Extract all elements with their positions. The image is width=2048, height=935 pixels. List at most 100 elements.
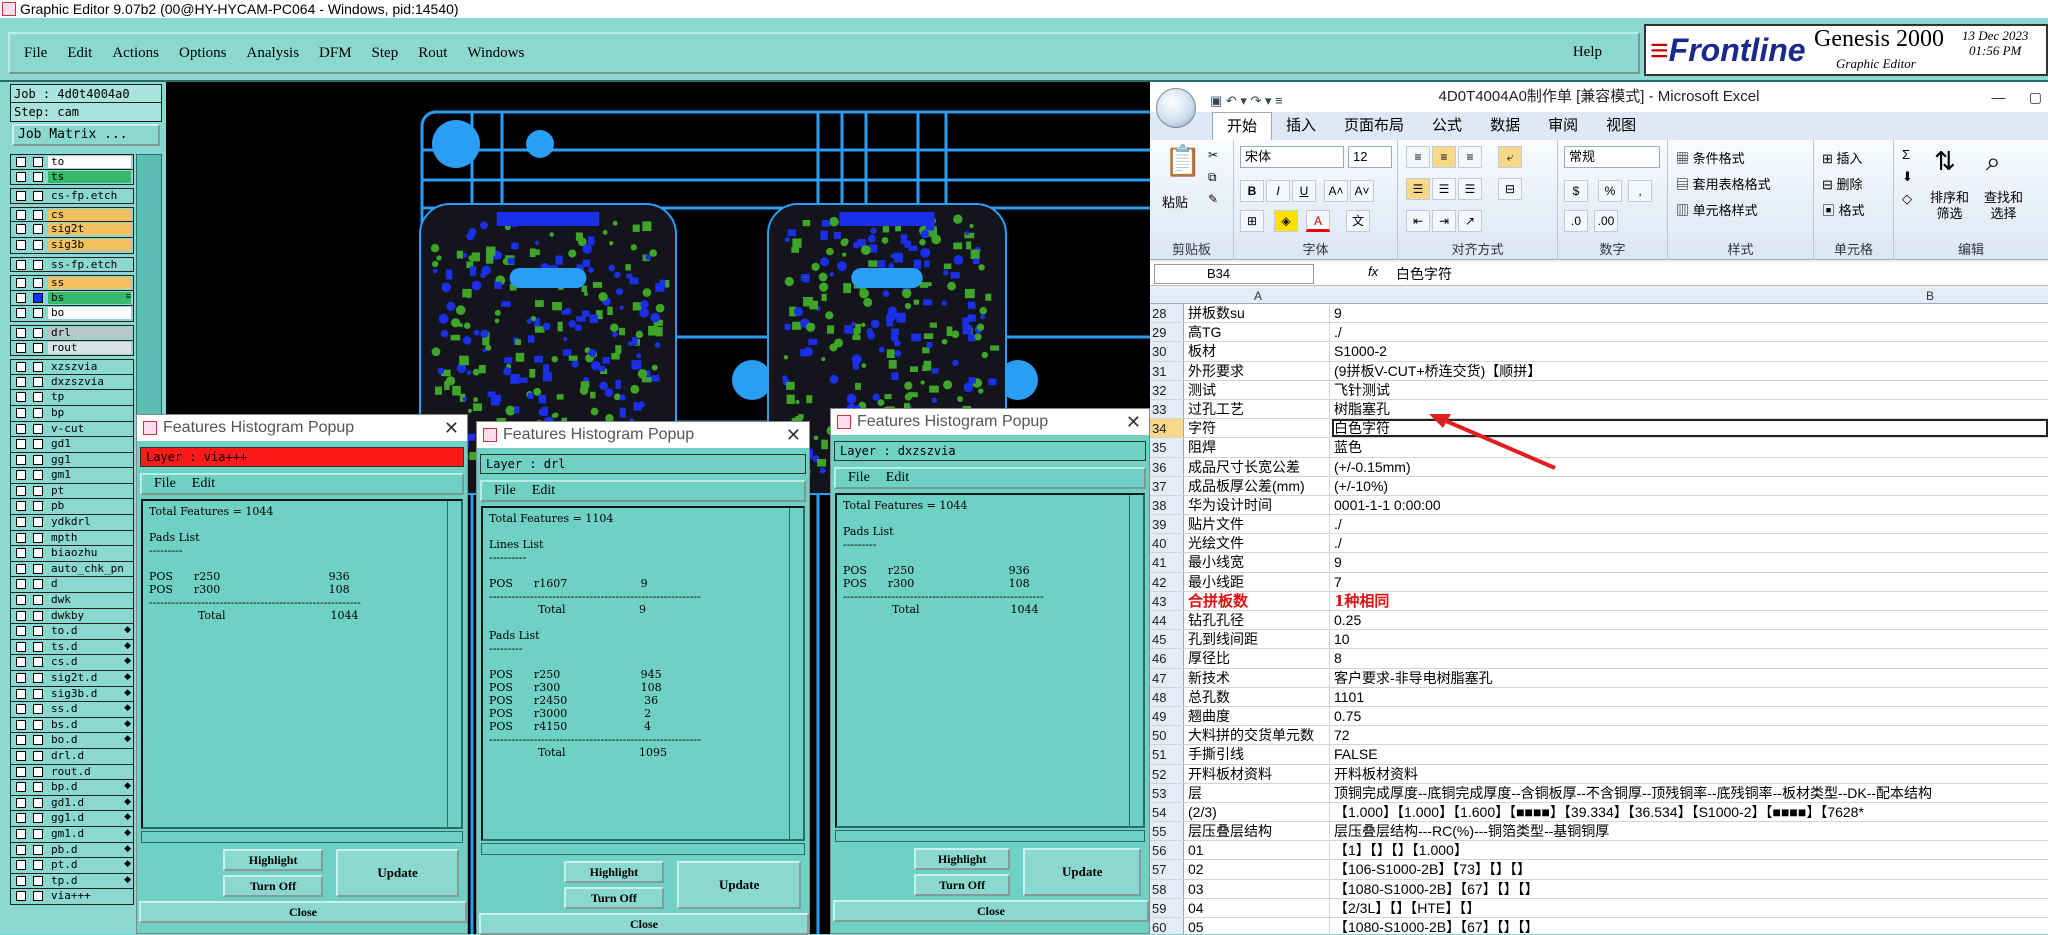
align-center-icon[interactable]: ☰ <box>1432 178 1456 200</box>
menu-options[interactable]: Options <box>179 45 227 62</box>
cell-a[interactable]: 翘曲度 <box>1186 706 1330 726</box>
layer-name[interactable]: biaozhu <box>48 547 131 560</box>
row-number[interactable]: 45 <box>1150 630 1184 649</box>
sheet-row[interactable]: 60 05 【1080-S1000-2B】【67】【】【】 <box>1150 918 2048 934</box>
layer-affected-box[interactable] <box>33 407 43 418</box>
cell-b[interactable]: (+/-10%) <box>1332 477 2048 495</box>
font-name-select[interactable]: 宋体 <box>1240 146 1344 168</box>
sheet-row[interactable]: 28 拼板数su 9 <box>1150 304 2048 324</box>
cell-a[interactable]: 华为设计时间 <box>1186 495 1330 515</box>
align-top-icon[interactable]: ≡ <box>1406 146 1430 168</box>
cell-b[interactable]: 0.25 <box>1332 611 2048 629</box>
layer-name[interactable]: ss <box>48 277 131 290</box>
layer-affected-box[interactable] <box>33 579 43 590</box>
layer-row[interactable]: sig2t <box>10 222 134 238</box>
cell-a[interactable]: 大料拼的交货单元数 <box>1186 726 1330 745</box>
layer-name[interactable]: bs.d <box>48 718 131 731</box>
sheet-grid[interactable]: 28 拼板数su 9 29 高TG ./30 板材 S1000-2 31 外形要求 (9拼板V-CU… <box>1150 304 2048 934</box>
layer-name[interactable]: dwk <box>48 594 131 607</box>
cell-b[interactable]: 9 <box>1332 304 2048 322</box>
row-number[interactable]: 56 <box>1150 841 1184 860</box>
layer-affected-box[interactable] <box>33 657 43 668</box>
layer-affected-box[interactable] <box>33 517 43 528</box>
list-hscrollbar[interactable] <box>481 843 805 855</box>
row-number[interactable]: 36 <box>1150 457 1184 476</box>
menu-help[interactable]: Help <box>1573 44 1602 61</box>
layer-name[interactable]: gm1 <box>48 469 131 482</box>
layer-checkbox[interactable] <box>16 704 26 715</box>
histogram-list[interactable]: Total Features = 1044 Pads List --------… <box>835 493 1145 828</box>
close-button[interactable]: Close <box>139 901 467 923</box>
layer-checkbox[interactable] <box>16 292 26 303</box>
layer-name[interactable]: ss.d <box>48 703 131 716</box>
font-color-icon[interactable]: A <box>1306 210 1330 232</box>
cell-a[interactable]: 厚径比 <box>1186 649 1330 668</box>
increase-indent-icon[interactable]: ⇥ <box>1432 210 1456 232</box>
layer-row[interactable]: gm1.d ◆ <box>10 826 134 843</box>
layer-checkbox[interactable] <box>16 407 26 418</box>
formula-input[interactable]: 白色字符 <box>1396 264 1452 284</box>
update-button[interactable]: Update <box>336 849 460 897</box>
sheet-row[interactable]: 41 最小线宽 9 <box>1150 553 2048 573</box>
sheet-row[interactable]: 51 手撕引线 FALSE <box>1150 745 2048 765</box>
layer-row[interactable]: tp.d ◆ <box>10 873 134 890</box>
layer-row[interactable]: via+++ <box>10 889 134 905</box>
layer-name[interactable]: sig3b <box>48 238 131 251</box>
layer-row[interactable]: pt <box>10 483 134 500</box>
sheet-row[interactable]: 42 最小线距 7 <box>1150 572 2048 592</box>
layer-checkbox[interactable] <box>16 239 26 250</box>
layer-affected-box[interactable] <box>33 501 43 512</box>
turn-off-button[interactable]: Turn Off <box>563 887 665 909</box>
highlight-button[interactable]: Highlight <box>223 849 323 871</box>
layer-name[interactable]: via+++ <box>48 890 131 903</box>
layer-name[interactable]: bo <box>48 307 131 320</box>
sheet-row[interactable]: 45 孔到线间距 10 <box>1150 630 2048 650</box>
paste-icon[interactable]: 📋 <box>1164 144 1201 179</box>
row-number[interactable]: 60 <box>1150 918 1184 934</box>
layer-affected-box[interactable] <box>33 327 43 338</box>
layer-affected-box[interactable] <box>33 224 43 235</box>
layer-checkbox[interactable] <box>16 563 26 574</box>
turn-off-button[interactable]: Turn Off <box>223 875 323 897</box>
sheet-row[interactable]: 53 层顶铜完成厚度--底铜完成厚度--含铜板厚--不含铜厚--顶残铜率--底残铜… <box>1150 783 2048 803</box>
cell-b[interactable]: 【1.000】【1.000】【1.600】【■■■■】【39.334】【36.5… <box>1332 803 2048 821</box>
layer-name[interactable]: rout.d <box>48 765 131 778</box>
layer-name[interactable]: ss-fp.etch <box>48 258 131 271</box>
cell-a[interactable]: 手撕引线 <box>1186 745 1330 764</box>
layer-checkbox[interactable] <box>16 719 26 730</box>
cell-b[interactable]: 7 <box>1332 573 2048 591</box>
layer-checkbox[interactable] <box>16 750 26 761</box>
layer-affected-box[interactable] <box>33 563 43 574</box>
histogram-list[interactable]: Total Features = 1044 Pads List --------… <box>141 499 463 829</box>
row-number[interactable]: 47 <box>1150 668 1184 687</box>
comma-icon[interactable]: , <box>1628 180 1652 202</box>
layer-name[interactable]: pt.d <box>48 859 131 872</box>
name-box[interactable]: B34 <box>1154 264 1314 284</box>
row-number[interactable]: 59 <box>1150 898 1184 917</box>
layer-checkbox[interactable] <box>16 579 26 590</box>
cell-a[interactable]: 总孔数 <box>1186 687 1330 706</box>
row-number[interactable]: 48 <box>1150 687 1184 706</box>
layer-row[interactable]: cs.d ◆ <box>10 655 134 671</box>
underline-icon[interactable]: U <box>1292 180 1316 202</box>
layer-row[interactable]: cs <box>10 206 134 223</box>
phonetic-icon[interactable]: 文 <box>1346 210 1370 232</box>
layer-name[interactable]: cs.d <box>48 656 131 669</box>
layer-row[interactable]: pb <box>10 499 134 516</box>
layer-name[interactable]: ydkdrl <box>48 516 131 529</box>
layer-row[interactable]: sig2t.d ◆ <box>10 671 134 687</box>
layer-name[interactable]: gg1.d <box>48 812 131 825</box>
layer-row[interactable]: dwk <box>10 593 134 609</box>
popup-menu-file[interactable]: File <box>848 470 870 485</box>
layer-checkbox[interactable] <box>16 454 26 465</box>
decrease-decimal-icon[interactable]: .00 <box>1594 210 1618 232</box>
list-hscrollbar[interactable] <box>835 830 1145 842</box>
layer-checkbox[interactable] <box>16 501 26 512</box>
cell-a[interactable]: 测试 <box>1186 380 1330 399</box>
row-number[interactable]: 58 <box>1150 879 1184 898</box>
layer-row[interactable]: gg1.d ◆ <box>10 811 134 827</box>
layer-checkbox[interactable] <box>16 657 26 668</box>
highlight-button[interactable]: Highlight <box>563 861 665 883</box>
cell-a[interactable]: 过孔工艺 <box>1186 399 1330 419</box>
layer-affected-box[interactable] <box>33 342 43 353</box>
